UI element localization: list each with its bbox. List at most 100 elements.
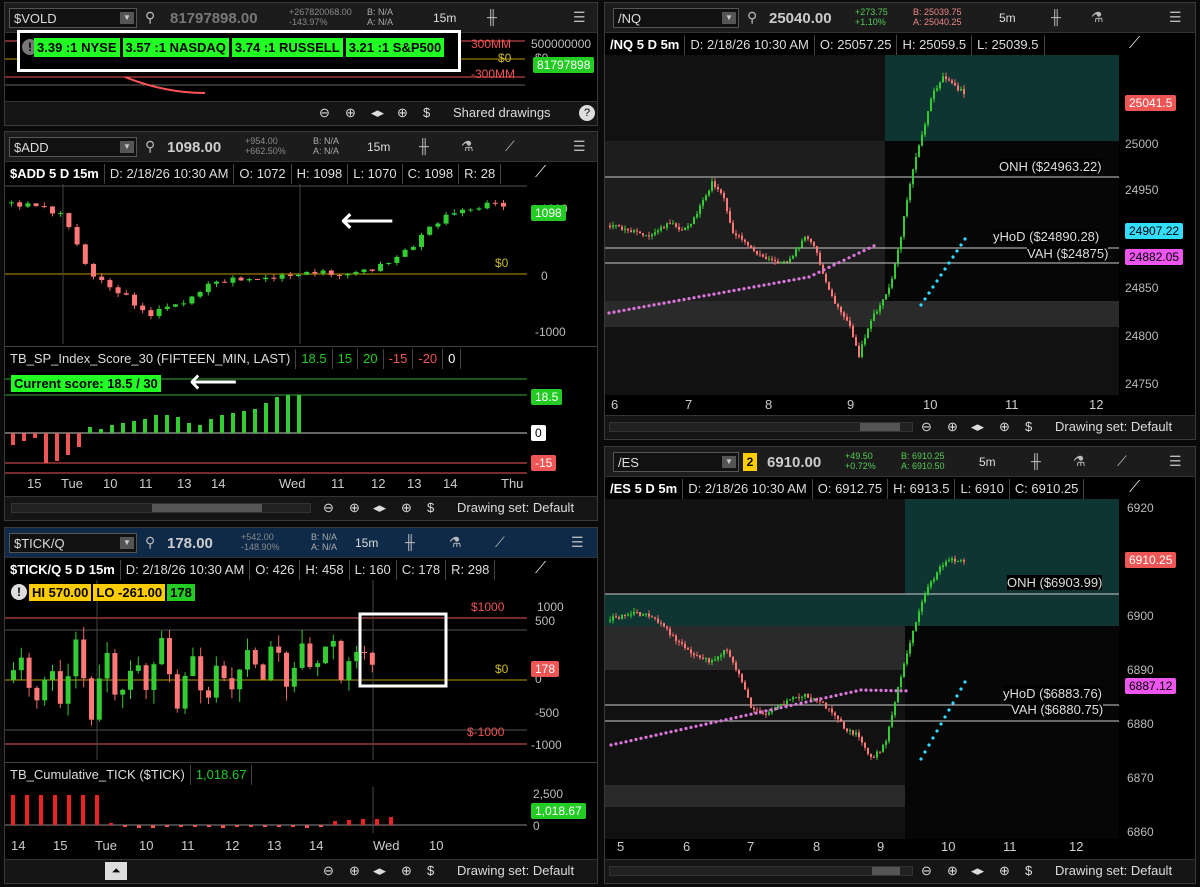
dollar-icon[interactable]: $ — [1025, 416, 1032, 438]
es-symbol-selector[interactable]: /ES ▼ — [613, 452, 739, 472]
zoom-out-icon[interactable]: ⊖ — [921, 416, 932, 438]
info-icon[interactable]: ! — [11, 584, 27, 600]
zoom-in-icon[interactable]: ⊕ — [349, 497, 360, 519]
collapse-icon[interactable]: ⏶ — [105, 862, 127, 880]
dollar-icon[interactable]: $ — [1025, 860, 1032, 882]
tick-drawing-set[interactable]: Drawing set: Default — [457, 860, 574, 882]
chart-style-icon[interactable]: ⟋ — [535, 164, 546, 182]
link-icon[interactable]: ⚲ — [747, 9, 757, 25]
pan-icon[interactable]: ◂▸ — [971, 416, 984, 438]
candle — [73, 639, 79, 677]
link-icon[interactable]: ⚲ — [145, 534, 155, 550]
es-timeframe[interactable]: 5m — [979, 455, 996, 469]
vwap-dot — [694, 724, 698, 728]
zoom-out-icon[interactable]: ⊖ — [319, 102, 330, 124]
vold-drawing-set[interactable]: Shared drawings — [453, 102, 551, 124]
scrollbar[interactable] — [11, 503, 311, 513]
vold-symbol-selector[interactable]: $VOLD ▼ — [9, 8, 137, 28]
chart-style-icon[interactable]: ⟋ — [1129, 479, 1140, 497]
pan-icon[interactable]: ◂▸ — [373, 860, 386, 882]
chevron-down-icon[interactable]: ▼ — [722, 12, 736, 24]
crosshair-icon[interactable]: ⊕ — [401, 860, 412, 882]
zoom-out-icon[interactable]: ⊖ — [323, 497, 334, 519]
x-label: 14 — [443, 476, 458, 491]
es-drawing-set[interactable]: Drawing set: Default — [1055, 860, 1172, 882]
crosshair-icon[interactable]: ⊕ — [999, 860, 1010, 882]
menu-icon[interactable]: ☰ — [571, 534, 584, 550]
study-bar — [286, 395, 290, 433]
scrollbar-thumb[interactable] — [872, 867, 900, 875]
candle — [468, 209, 474, 211]
add-symbol-selector[interactable]: $ADD ▼ — [9, 137, 137, 157]
candle — [304, 271, 310, 275]
x-label: 12 — [1069, 839, 1084, 854]
candle-style-icon[interactable]: ╫ — [419, 138, 429, 154]
tick-timeframe[interactable]: 15m — [355, 536, 378, 550]
candle-style-icon[interactable]: ╫ — [1051, 9, 1061, 25]
menu-icon[interactable]: ☰ — [1169, 453, 1182, 469]
candle — [735, 662, 737, 670]
crosshair-icon[interactable]: ⊕ — [401, 497, 412, 519]
candle — [206, 690, 211, 698]
chart-style-icon[interactable]: ⟋ — [535, 560, 546, 578]
chevron-down-icon[interactable]: ▼ — [120, 537, 134, 549]
candle-style-icon[interactable]: ╫ — [405, 534, 415, 550]
zoom-in-icon[interactable]: ⊕ — [345, 102, 356, 124]
chevron-down-icon[interactable]: ▼ — [120, 12, 134, 24]
flask-icon[interactable]: ⚗ — [1091, 9, 1104, 25]
drawing-tools-icon[interactable]: ⟋ — [505, 138, 515, 154]
scrollbar-thumb[interactable] — [860, 423, 900, 431]
tick-symbol-selector[interactable]: $TICK/Q ▼ — [9, 533, 137, 553]
es-link-badge[interactable]: 2 — [743, 453, 757, 471]
menu-icon[interactable]: ☰ — [573, 138, 586, 154]
scrollbar-thumb[interactable] — [152, 504, 262, 512]
nq-symbol-selector[interactable]: /NQ ▼ — [613, 8, 739, 28]
candle — [627, 614, 629, 616]
zoom-out-icon[interactable]: ⊖ — [323, 860, 334, 882]
vwap-dot — [959, 687, 963, 691]
crosshair-icon[interactable]: ⊕ — [999, 416, 1010, 438]
candle-style-icon[interactable]: ╫ — [1031, 453, 1041, 469]
drawing-tools-icon[interactable]: ⟋ — [495, 534, 505, 550]
chart-style-icon[interactable]: ⟋ — [1129, 35, 1140, 53]
crosshair-icon[interactable]: ⊕ — [397, 102, 408, 124]
scrollbar[interactable] — [609, 422, 913, 432]
zoom-in-icon[interactable]: ⊕ — [947, 860, 958, 882]
vwap-dot — [727, 289, 731, 293]
candle — [801, 240, 803, 248]
menu-icon[interactable]: ☰ — [573, 9, 586, 25]
dollar-icon[interactable]: $ — [427, 497, 434, 519]
candle — [759, 254, 761, 256]
dollar-icon[interactable]: $ — [423, 102, 430, 124]
vold-timeframe[interactable]: 15m — [433, 11, 456, 25]
pan-icon[interactable]: ◂▸ — [373, 497, 386, 519]
pan-icon[interactable]: ◂▸ — [971, 860, 984, 882]
study-bar — [165, 415, 169, 433]
add-drawing-set[interactable]: Drawing set: Default — [457, 497, 574, 519]
candle-style-icon[interactable]: ╫ — [487, 9, 497, 25]
link-icon[interactable]: ⚲ — [145, 138, 155, 154]
flask-icon[interactable]: ⚗ — [461, 138, 474, 154]
dollar-icon[interactable]: $ — [427, 860, 434, 882]
nq-timeframe[interactable]: 5m — [999, 11, 1016, 25]
zoom-in-icon[interactable]: ⊕ — [947, 416, 958, 438]
zoom-out-icon[interactable]: ⊖ — [921, 860, 932, 882]
zoom-in-icon[interactable]: ⊕ — [349, 860, 360, 882]
vwap-dot — [927, 743, 931, 747]
flask-icon[interactable]: ⚗ — [449, 534, 462, 550]
vold-ratio-box: ! 3.39 :1 NYSE 3.57 :1 NASDAQ 3.74 :1 RU… — [17, 30, 461, 72]
flask-icon[interactable]: ⚗ — [1073, 453, 1086, 469]
chevron-down-icon[interactable]: ▼ — [722, 456, 736, 468]
pan-icon[interactable]: ◂▸ — [371, 102, 384, 124]
es-level-yhod: yHoD ($6883.76) — [1003, 686, 1102, 701]
scrollbar[interactable] — [609, 866, 913, 876]
add-timeframe[interactable]: 15m — [367, 140, 390, 154]
menu-icon[interactable]: ☰ — [1169, 9, 1182, 25]
chevron-down-icon[interactable]: ▼ — [120, 141, 134, 153]
link-icon[interactable]: ⚲ — [145, 9, 155, 25]
nq-drawing-set[interactable]: Drawing set: Default — [1055, 416, 1172, 438]
help-icon[interactable]: ? — [579, 105, 595, 121]
candle — [378, 263, 383, 271]
vwap-dot — [729, 717, 733, 721]
drawing-tools-icon[interactable]: ⟋ — [1117, 453, 1127, 469]
